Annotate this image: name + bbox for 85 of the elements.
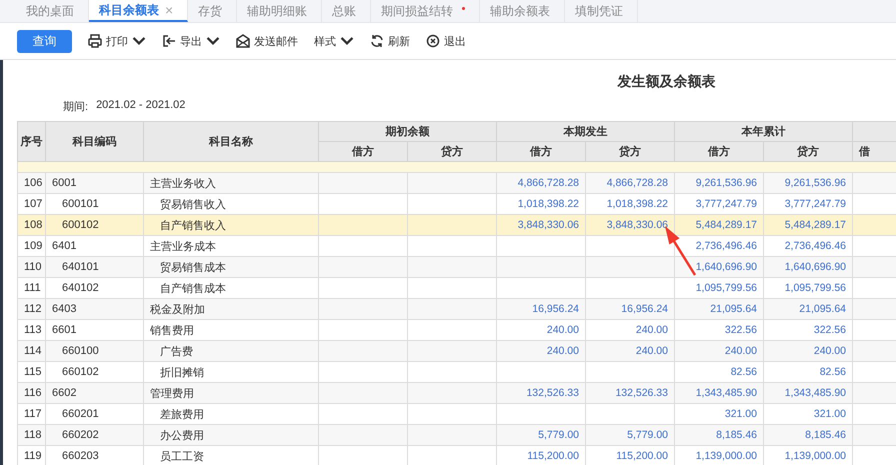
column-header: 借方 xyxy=(674,142,764,162)
table-row[interactable]: 118 660202 办公费用 5,779.00 5,779.00 8,185.46 8,185.46 xyxy=(18,424,896,446)
table-row[interactable]: 116 6602 管理费用 132,526.33 132,526.33 1,343,485.90 1,343,485.90 xyxy=(18,382,896,404)
table-cell: 240.00 xyxy=(764,340,852,362)
table-cell: 5,484,289.17 xyxy=(764,214,852,236)
table-cell: 660202 xyxy=(46,424,144,446)
printer-icon xyxy=(88,34,102,48)
refresh-icon xyxy=(370,34,384,48)
table-cell: 5,779.00 xyxy=(496,424,586,446)
table-row[interactable]: 114 660100 广告费 240.00 240.00 240.00 240.00 xyxy=(18,340,896,362)
table-cell: 3,848,330.06 xyxy=(496,214,586,236)
table-cell: 4,866,728.28 xyxy=(586,172,674,194)
table-row[interactable]: 112 6403 税金及附加 16,956.24 16,956.24 21,095.64 21,095.64 xyxy=(18,298,896,320)
table-cell: 1,640,696.90 xyxy=(764,256,852,278)
column-header: 借方 xyxy=(496,142,586,162)
table-cell: 5,484,289.17 xyxy=(674,214,764,236)
period-label: 期间: xyxy=(63,100,88,115)
table-cell: 132,526.33 xyxy=(496,382,586,404)
table-cell: 16,956.24 xyxy=(586,298,674,320)
toolbar-button[interactable]: 退出 xyxy=(426,34,466,48)
column-header: 科目编码 xyxy=(46,122,144,162)
table-cell: 119 xyxy=(18,446,46,465)
column-group-header: 期初余额 xyxy=(318,122,496,142)
table-cell: 110 xyxy=(18,256,46,278)
table-cell: 1,343,485.90 xyxy=(674,382,764,404)
table-cell: 4,866,728.28 xyxy=(496,172,586,194)
envelope-icon xyxy=(236,34,250,48)
table-cell: 8,185.46 xyxy=(674,424,764,446)
column-header: 序号 xyxy=(18,122,46,162)
table-cell: 9,261,536.96 xyxy=(674,172,764,194)
table-cell: 1,343,485.90 xyxy=(764,382,852,404)
report-title: 发生额及余额表 xyxy=(618,73,716,89)
close-circle-icon xyxy=(426,34,440,48)
toolbar-button[interactable]: 样式 xyxy=(314,34,354,48)
table-row[interactable]: 119 660203 员工工资 115,200.00 115,200.00 1,139,000.00 1,139,000.00 xyxy=(18,446,896,465)
table-cell: 5,779.00 xyxy=(586,424,674,446)
column-header: 借 xyxy=(852,142,896,162)
table-cell: 8,185.46 xyxy=(764,424,852,446)
table-cell: 600102 xyxy=(46,214,144,236)
table-cell: 660100 xyxy=(46,340,144,362)
table-cell: 240.00 xyxy=(674,340,764,362)
toolbar-button[interactable]: 发送邮件 xyxy=(236,34,298,48)
column-group-header: 本期发生 xyxy=(496,122,674,142)
table-cell: 6001 xyxy=(46,172,144,194)
toolbar-button[interactable]: 刷新 xyxy=(370,34,410,48)
table-cell: 16,956.24 xyxy=(496,298,586,320)
table-cell: 贸易销售成本 xyxy=(144,256,318,278)
table-cell: 广告费 xyxy=(144,340,318,362)
toolbar-button[interactable]: 导出 xyxy=(162,34,220,48)
table-cell: 116 xyxy=(18,382,46,404)
table-cell: 106 xyxy=(18,172,46,194)
table-cell: 21,095.64 xyxy=(674,298,764,320)
column-header: 贷方 xyxy=(586,142,674,162)
tab[interactable]: 科目余额表 × xyxy=(89,0,188,22)
table-cell: 办公费用 xyxy=(144,424,318,446)
column-header: 借方 xyxy=(318,142,408,162)
table-cell: 自产销售收入 xyxy=(144,214,318,236)
column-header: 贷方 xyxy=(408,142,496,162)
table-cell: 118 xyxy=(18,424,46,446)
query-button[interactable]: 查询 xyxy=(17,30,72,52)
table-cell: 6403 xyxy=(46,298,144,320)
table-cell: 管理费用 xyxy=(144,382,318,404)
column-group-header: 本年累计 xyxy=(674,122,852,142)
table-cell: 21,095.64 xyxy=(764,298,852,320)
table-cell: 6602 xyxy=(46,382,144,404)
column-header: 贷方 xyxy=(764,142,852,162)
table-row[interactable]: 110 640101 贸易销售成本 1,640,696.90 1,640,696.90 xyxy=(18,256,896,278)
table-cell: 114 xyxy=(18,340,46,362)
toolbar-button[interactable]: 打印 xyxy=(88,34,146,48)
table-cell: 240.00 xyxy=(496,340,586,362)
table-cell: 132,526.33 xyxy=(586,382,674,404)
table-cell: 108 xyxy=(18,214,46,236)
table-cell: 主营业务收入 xyxy=(144,172,318,194)
table-cell: 3,848,330.06 xyxy=(586,214,674,236)
table-cell: 640101 xyxy=(46,256,144,278)
table-cell: 1,640,696.90 xyxy=(674,256,764,278)
export-icon xyxy=(162,34,176,48)
table-cell: 240.00 xyxy=(586,340,674,362)
table-cell: 9,261,536.96 xyxy=(764,172,852,194)
table-cell: 112 xyxy=(18,298,46,320)
column-header: 科目名称 xyxy=(144,122,318,162)
period-value: 2021.02 - 2021.02 xyxy=(96,99,186,113)
table-row[interactable]: 106 6001 主营业务收入 4,866,728.28 4,866,728.28 9,261,536.96 9,261,536.96 xyxy=(18,172,896,194)
table-cell: 税金及附加 xyxy=(144,298,318,320)
table-row[interactable]: 108 600102 自产销售收入 3,848,330.06 3,848,330.06 5,484,289.17 5,484,289.17 xyxy=(18,214,896,236)
